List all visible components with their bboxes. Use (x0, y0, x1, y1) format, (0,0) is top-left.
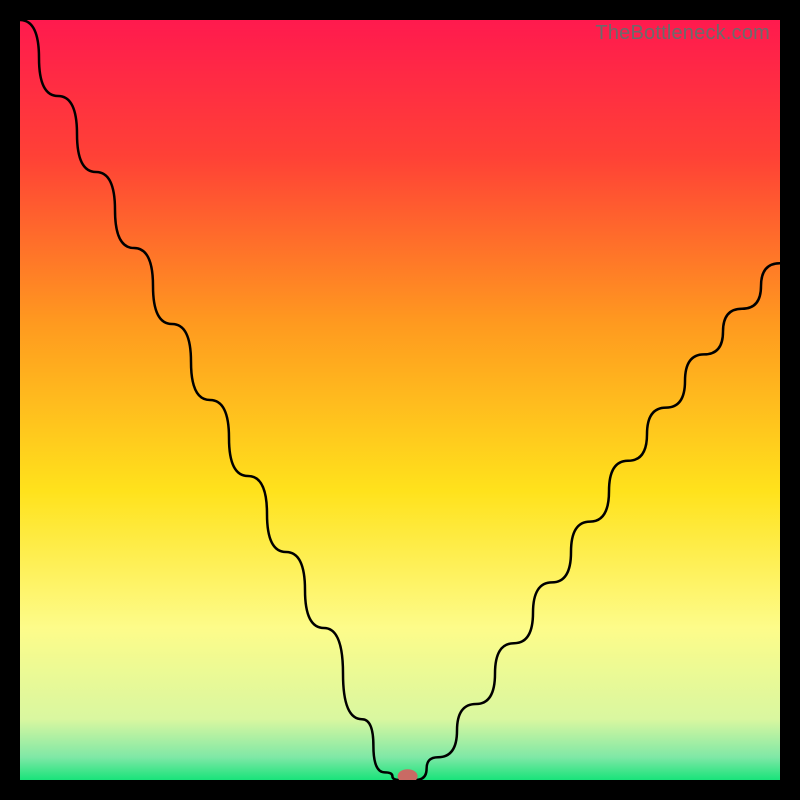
gradient-background (20, 20, 780, 780)
watermark-text: TheBottleneck.com (595, 22, 770, 45)
chart-frame: TheBottleneck.com (20, 20, 780, 780)
bottleneck-chart (20, 20, 780, 780)
